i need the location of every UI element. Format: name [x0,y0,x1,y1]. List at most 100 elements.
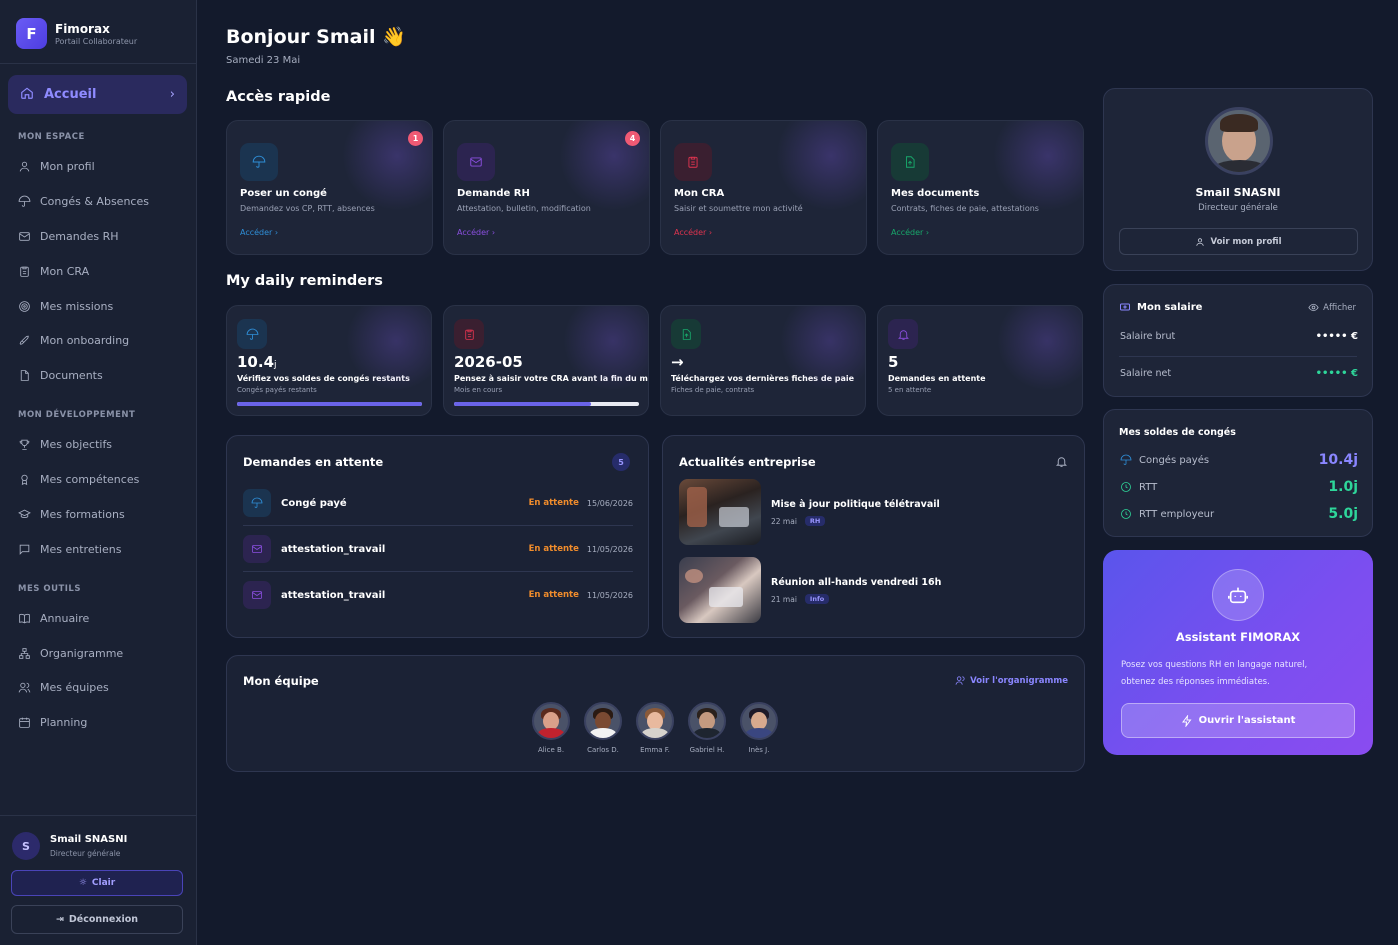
progress-fill [237,402,422,406]
salary-header: Mon salaire [1119,301,1202,313]
nav-item-planning[interactable]: Planning [18,716,87,729]
user-icon [19,161,30,172]
team-member[interactable]: Gabriel H. [687,702,727,754]
nav-item-missions[interactable]: Mes missions [18,300,113,313]
nav-item-organigramme[interactable]: Organigramme [18,647,123,660]
nav-item-annuaire[interactable]: Annuaire [18,612,89,625]
balance-label: RTT [1139,481,1158,493]
clipboard-icon [20,266,29,277]
nav-item-home[interactable]: Accueil › [8,75,187,114]
quick-card-demande-rh[interactable]: 4 Demande RH Attestation, bulletin, modi… [443,120,650,255]
team-member[interactable]: Alice B. [531,702,571,754]
view-org-link[interactable]: Voir l'organigramme [955,675,1068,686]
nav-label: Mes équipes [40,681,109,694]
quick-card-link[interactable]: Accéder › [457,228,495,237]
news-item[interactable]: Mise à jour politique télétravail 22 mai… [679,479,1069,545]
progress-bar [454,402,639,406]
chat-icon [19,544,30,555]
reminder-value-number: 10.4 [237,353,275,371]
quick-card-cra[interactable]: Mon CRA Saisir et soumettre mon activité… [660,120,867,255]
nav-item-entretiens[interactable]: Mes entretiens [18,543,121,556]
bolt-icon [1181,714,1192,727]
nav-item-objectifs[interactable]: Mes objectifs [18,438,112,451]
brand-logo: F [16,18,47,49]
sidebar: F Fimorax Portail Collaborateur Accueil … [0,0,197,945]
quick-card-link[interactable]: Accéder › [240,228,278,237]
table-row[interactable]: attestation_travail En attente 11/05/202… [243,572,633,618]
section-title-developpement: MON DÉVELOPPEMENT [18,410,136,420]
salary-title: Mon salaire [1137,301,1203,313]
avatar[interactable] [1205,107,1273,175]
nav-label: Documents [40,369,103,382]
nav-label: Organigramme [40,647,124,660]
link-label: Accéder [674,228,707,237]
team-member[interactable]: Carlos D. [583,702,623,754]
quick-card-title: Poser un congé [240,188,327,199]
view-org-label: Voir l'organigramme [970,675,1068,686]
view-profile-label: Voir mon profil [1210,236,1282,247]
nav-item-cra[interactable]: Mon CRA [18,265,89,278]
avatar[interactable]: S [12,832,40,860]
nav-label: Demandes RH [40,230,119,243]
theme-toggle-button[interactable]: ☼ Clair [11,870,183,896]
notification-badge: 1 [408,131,423,146]
quick-card-desc: Saisir et soumettre mon activité [674,204,803,213]
news-item[interactable]: Réunion all-hands vendredi 16h 21 mai In… [679,557,1069,623]
bell-icon[interactable] [1055,453,1068,472]
nav-label: Mes formations [40,508,125,521]
show-salary-label: Afficher [1323,302,1356,313]
quick-card-documents[interactable]: Mes documents Contrats, fiches de paie, … [877,120,1084,255]
assistant-desc-line: Posez vos questions RH en langage nature… [1121,660,1308,670]
graduation-icon [18,509,31,518]
request-date: 15/06/2026 [586,498,633,508]
table-row[interactable]: Congé payé En attente 15/06/2026 [243,480,633,526]
reminder-label: Vérifiez vos soldes de congés restants [237,374,410,383]
table-row[interactable]: attestation_travail En attente 11/05/202… [243,526,633,572]
eye-icon [1308,303,1319,312]
team-member[interactable]: Inès J. [739,702,779,754]
nav-item-demandes[interactable]: Demandes RH [18,230,119,243]
status-badge: En attente [528,590,579,600]
reminder-card-demandes[interactable]: 5 Demandes en attente 5 en attente [877,305,1083,416]
team-member-name: Emma F. [640,746,670,754]
nav-item-conges[interactable]: Congés & Absences [18,195,149,208]
file-upload-icon [671,319,701,349]
nav-item-profil[interactable]: Mon profil [18,160,95,173]
news-item-meta: 21 mai Info [771,594,830,604]
quick-card-desc: Contrats, fiches de paie, attestations [891,204,1039,213]
quick-card-conge[interactable]: 1 Poser un congé Demandez vos CP, RTT, a… [226,120,433,255]
show-salary-toggle[interactable]: Afficher [1308,302,1356,313]
brand[interactable]: F Fimorax Portail Collaborateur [16,18,137,49]
quick-card-link[interactable]: Accéder › [674,228,712,237]
nav-item-documents[interactable]: Documents [18,369,103,382]
news-image [679,479,761,545]
request-date: 11/05/2026 [586,544,633,554]
view-profile-button[interactable]: Voir mon profil [1119,228,1358,255]
reminder-value-unit: j [274,360,277,370]
team-member[interactable]: Emma F. [635,702,675,754]
avatar [532,702,570,740]
reminder-card-paie[interactable]: → Téléchargez vos dernières fiches de pa… [660,305,866,416]
team-member-name: Carlos D. [587,746,619,754]
nav-item-competences[interactable]: Mes compétences [18,473,139,486]
reminder-card-conges[interactable]: 10.4j Vérifiez vos soldes de congés rest… [226,305,432,416]
org-icon [19,648,30,659]
reminder-card-cra[interactable]: 2026-05 Pensez à saisir votre CRA avant … [443,305,649,416]
bot-icon [1212,569,1264,621]
clipboard-icon [454,319,484,349]
link-label: Accéder [240,228,273,237]
salary-value: ••••• € [1315,368,1358,379]
nav-item-equipes[interactable]: Mes équipes [18,681,109,694]
mail-icon [19,232,30,241]
open-assistant-button[interactable]: Ouvrir l'assistant [1121,703,1355,738]
balance-value: 5.0j [1328,506,1358,522]
profile-name: Smail SNASNI [1195,186,1281,199]
nav-item-onboarding[interactable]: Mon onboarding [18,334,129,347]
quick-card-link[interactable]: Accéder › [891,228,929,237]
request-name: attestation_travail [281,543,386,555]
logout-button[interactable]: ⇥ Déconnexion [11,905,183,934]
reminder-label: Téléchargez vos dernières fiches de paie [671,374,855,383]
nav-item-formations[interactable]: Mes formations [18,508,125,521]
progress-bar [237,402,422,406]
calendar-icon [19,717,30,728]
